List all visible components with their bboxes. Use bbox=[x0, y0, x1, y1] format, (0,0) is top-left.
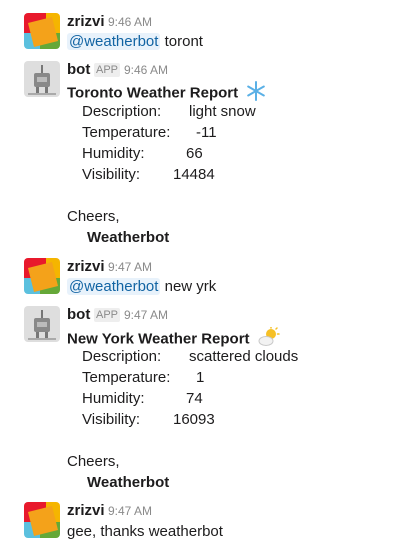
author-name[interactable]: zrizvi bbox=[67, 502, 105, 520]
signature: Weatherbot bbox=[87, 474, 170, 491]
signature: Weatherbot bbox=[87, 229, 170, 246]
field-label: Visibility: bbox=[82, 411, 141, 428]
bot-avatar[interactable] bbox=[24, 61, 60, 97]
author-name[interactable]: bot bbox=[67, 61, 90, 79]
field-label: Description: bbox=[82, 348, 162, 365]
message-text: @weatherbot toront bbox=[67, 33, 203, 51]
field-label: Visibility: bbox=[82, 166, 141, 183]
user-avatar[interactable] bbox=[24, 502, 60, 538]
field-value: scattered clouds bbox=[189, 348, 299, 365]
timestamp[interactable]: 9:47 AM bbox=[124, 307, 168, 323]
field-label: Humidity: bbox=[82, 145, 145, 162]
message-body: toront bbox=[160, 33, 203, 50]
field-value: 66 bbox=[186, 145, 203, 162]
closing-text: Cheers, bbox=[67, 453, 120, 470]
user-avatar[interactable] bbox=[24, 13, 60, 49]
field-label: Description: bbox=[82, 103, 162, 120]
field-value: 14484 bbox=[173, 166, 215, 183]
mention-link[interactable]: @weatherbot bbox=[67, 278, 161, 295]
user-avatar[interactable] bbox=[24, 258, 60, 294]
message-text: gee, thanks weatherbot bbox=[67, 523, 223, 540]
field-label: Temperature: bbox=[82, 124, 171, 141]
timestamp[interactable]: 9:46 AM bbox=[108, 14, 152, 30]
message-text: @weatherbot new yrk bbox=[67, 278, 216, 296]
field-label: Humidity: bbox=[82, 390, 145, 407]
field-value: 16093 bbox=[173, 411, 215, 428]
app-badge: APP bbox=[94, 308, 121, 322]
timestamp[interactable]: 9:46 AM bbox=[124, 62, 168, 78]
field-value: light snow bbox=[189, 103, 256, 120]
timestamp[interactable]: 9:47 AM bbox=[108, 259, 152, 275]
app-badge: APP bbox=[94, 63, 121, 77]
bot-avatar[interactable] bbox=[24, 306, 60, 342]
field-value: 74 bbox=[186, 390, 203, 407]
closing-text: Cheers, bbox=[67, 208, 120, 225]
field-label: Temperature: bbox=[82, 369, 171, 386]
author-name[interactable]: bot bbox=[67, 306, 90, 324]
author-name[interactable]: zrizvi bbox=[67, 258, 105, 276]
author-name[interactable]: zrizvi bbox=[67, 13, 105, 31]
message-body: new yrk bbox=[160, 278, 217, 295]
mention-link[interactable]: @weatherbot bbox=[67, 33, 161, 50]
timestamp[interactable]: 9:47 AM bbox=[108, 503, 152, 519]
field-value: -11 bbox=[196, 124, 217, 141]
field-value: 1 bbox=[196, 369, 205, 386]
